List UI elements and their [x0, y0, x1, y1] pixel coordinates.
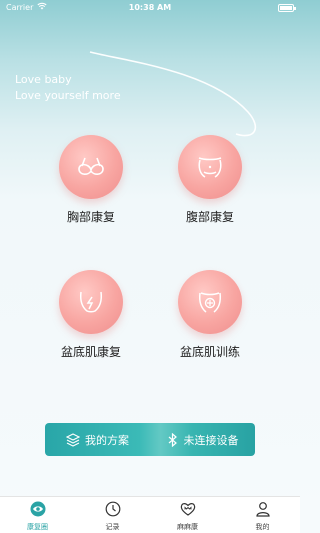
clock-icon [105, 501, 120, 517]
belly-icon [198, 157, 222, 178]
tab-label: 麻麻康 [177, 523, 198, 531]
module-pelvic-floor-rehab[interactable]: 盆底肌康复 [41, 270, 141, 360]
bluetooth-icon [168, 432, 177, 447]
tab-bar: 康复圈 记录 麻麻康 我的 [0, 496, 300, 533]
tab-records[interactable]: 记录 [75, 497, 150, 533]
module-circle[interactable] [178, 135, 242, 199]
tab-rehab-circle[interactable]: 康复圈 [0, 497, 75, 533]
tab-profile[interactable]: 我的 [225, 497, 300, 533]
module-circle[interactable] [59, 270, 123, 334]
eye-logo-icon [30, 501, 45, 517]
pelvic-floor-icon [80, 291, 102, 313]
clock: 10:38 AM [128, 3, 172, 12]
module-abdomen-rehab[interactable]: 腹部康复 [160, 135, 260, 225]
module-circle[interactable] [178, 270, 242, 334]
slogan: Love baby Love yourself more [15, 72, 121, 104]
person-icon [255, 502, 270, 517]
module-pelvic-floor-training[interactable]: 盆底肌训练 [160, 270, 260, 360]
connect-device-button[interactable]: 未连接设备 [150, 423, 255, 456]
slogan-line-2: Love yourself more [15, 89, 121, 102]
slogan-line-1: Love baby [15, 73, 72, 86]
status-bar: Carrier 10:38 AM [0, 0, 300, 16]
module-circle[interactable] [59, 135, 123, 199]
pelvic-training-icon [199, 292, 221, 313]
heart-icon [180, 503, 195, 516]
module-label: 胸部康复 [66, 210, 115, 224]
action-bar: 我的方案 未连接设备 [45, 423, 255, 456]
my-plan-button[interactable]: 我的方案 [45, 423, 150, 456]
bra-icon [78, 157, 104, 175]
device-status-label: 未连接设备 [183, 433, 239, 447]
tab-label: 记录 [105, 523, 120, 531]
layers-icon [66, 432, 80, 447]
my-plan-label: 我的方案 [85, 433, 129, 447]
module-label: 盆底肌康复 [60, 345, 121, 359]
tab-label: 我的 [255, 523, 270, 531]
module-label: 盆底肌训练 [179, 345, 240, 359]
tab-mama-health[interactable]: 麻麻康 [150, 497, 225, 533]
module-chest-rehab[interactable]: 胸部康复 [41, 135, 141, 225]
battery-icon [278, 4, 296, 12]
tab-label: 康复圈 [27, 523, 48, 531]
module-label: 腹部康复 [185, 210, 234, 224]
